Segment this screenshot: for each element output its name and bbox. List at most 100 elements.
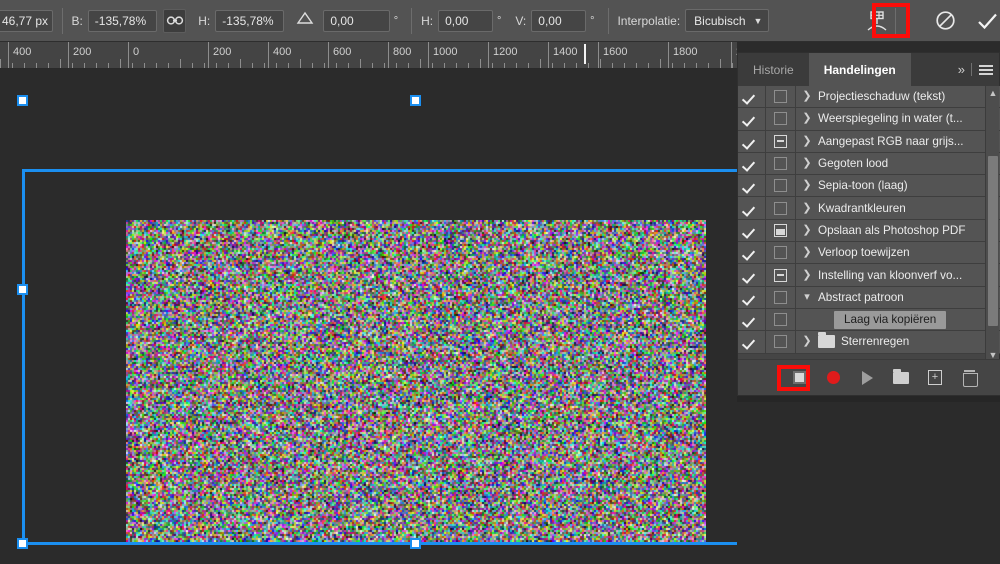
action-enabled-toggle[interactable]	[738, 108, 766, 129]
dialog-toggle[interactable]	[766, 264, 796, 285]
ruler-minor-tick	[12, 63, 13, 68]
action-enabled-toggle[interactable]	[738, 331, 766, 352]
breedte-input[interactable]: -135,78%	[88, 10, 157, 32]
cancel-transform-icon[interactable]	[933, 7, 958, 35]
chevron-right-icon[interactable]: ❯	[796, 136, 818, 147]
action-enabled-toggle[interactable]	[738, 287, 766, 308]
selected-step-label[interactable]: Laag via kopiëren	[834, 311, 946, 329]
chevron-right-icon[interactable]: ❯	[796, 113, 818, 124]
hoogte-input[interactable]: -135,78%	[215, 10, 284, 32]
dialog-toggle[interactable]	[766, 86, 796, 107]
action-enabled-toggle[interactable]	[738, 242, 766, 263]
stop-recording-button[interactable]	[782, 365, 816, 391]
action-row[interactable]: ❯ Verloop toewijzen	[738, 242, 1000, 264]
new-action-button[interactable]: +	[918, 365, 952, 391]
chevron-right-icon[interactable]: ❯	[796, 247, 818, 258]
ruler-label: 1600	[603, 46, 627, 58]
action-row[interactable]: ❯ Projectieschaduw (tekst)	[738, 86, 1000, 108]
tab-historie-label: Historie	[753, 63, 794, 77]
dialog-toggle[interactable]	[766, 153, 796, 174]
ruler-major-tick	[68, 42, 69, 68]
scrollbar-thumb[interactable]	[988, 156, 998, 326]
commit-transform-checkmark[interactable]	[975, 7, 1000, 35]
canvas-area[interactable]	[0, 69, 737, 564]
action-enabled-toggle[interactable]	[738, 264, 766, 285]
record-button[interactable]	[816, 365, 850, 391]
dialog-toggle[interactable]	[766, 175, 796, 196]
dialog-box-icon	[774, 112, 787, 125]
dialog-toggle[interactable]	[766, 131, 796, 152]
action-row[interactable]: Laag via kopiëren	[738, 309, 1000, 331]
chevron-right-icon[interactable]: ❯	[796, 270, 818, 281]
action-row[interactable]: ❯ Sepia-toon (laag)	[738, 175, 1000, 197]
transform-handle-top-center[interactable]	[410, 95, 421, 106]
transform-handle-top-left[interactable]	[17, 95, 28, 106]
action-row[interactable]: ❯ Weerspiegeling in water (t...	[738, 108, 1000, 130]
transform-handle-bottom-center[interactable]	[410, 538, 421, 549]
transform-handle-middle-left[interactable]	[17, 284, 28, 295]
action-row[interactable]: ❯ Aangepast RGB naar grijs...	[738, 131, 1000, 153]
ruler-major-tick	[598, 42, 599, 68]
dialog-toggle[interactable]	[766, 220, 796, 241]
action-enabled-toggle[interactable]	[738, 197, 766, 218]
action-enabled-toggle[interactable]	[738, 309, 766, 330]
divider	[411, 8, 412, 34]
dialog-toggle[interactable]	[766, 108, 796, 129]
actions-scrollbar[interactable]: ▲ ▼	[985, 86, 999, 361]
checkmark-icon	[745, 180, 758, 191]
stop-square-icon	[793, 371, 806, 384]
chevron-right-icon[interactable]: ❯	[796, 203, 818, 214]
panel-menu-icon[interactable]	[979, 65, 993, 75]
action-enabled-toggle[interactable]	[738, 131, 766, 152]
checkmark-icon	[745, 270, 758, 281]
warp-glyph	[865, 10, 889, 32]
skew-h-input[interactable]: 0,00	[438, 10, 493, 32]
chevron-right-icon[interactable]: ❯	[796, 180, 818, 191]
chevron-down-icon[interactable]: ▾	[796, 292, 818, 303]
rgb-noise-layer[interactable]	[126, 220, 706, 544]
horizontal-ruler[interactable]: 4002000200400600800100012001400160018002	[0, 42, 737, 69]
skew-v-input[interactable]: 0,00	[531, 10, 586, 32]
ruler-major-tick	[668, 42, 669, 68]
interpolation-dropdown[interactable]: Bicubisch ▼	[685, 9, 769, 32]
tab-historie[interactable]: Historie	[738, 53, 809, 86]
tab-handelingen[interactable]: Handelingen	[809, 53, 911, 86]
action-row[interactable]: ❯ Kwadrantkleuren	[738, 197, 1000, 219]
action-row[interactable]: ❯ Instelling van kloonverf vo...	[738, 264, 1000, 286]
dialog-toggle[interactable]	[766, 197, 796, 218]
chevron-right-icon[interactable]: ❯	[796, 91, 818, 102]
ruler-minor-tick	[264, 63, 265, 68]
chevron-glyph: ❯	[802, 336, 811, 347]
width-field[interactable]: 46,77 px	[0, 10, 53, 32]
chevron-right-icon[interactable]: ❯	[796, 158, 818, 169]
link-chain-icon[interactable]	[163, 9, 186, 33]
ruler-minor-tick	[384, 63, 385, 68]
dialog-toggle[interactable]	[766, 287, 796, 308]
play-button[interactable]	[850, 365, 884, 391]
ruler-major-tick	[128, 42, 129, 68]
action-row[interactable]: ▾ Abstract patroon	[738, 287, 1000, 309]
ruler-minor-tick	[420, 59, 421, 68]
scroll-up-icon[interactable]: ▲	[986, 86, 1000, 99]
dialog-toggle[interactable]	[766, 331, 796, 352]
delete-button[interactable]	[952, 365, 986, 391]
rotation-input[interactable]: 0,00	[323, 10, 389, 32]
warp-toggle-icon[interactable]	[864, 7, 889, 35]
action-row[interactable]: ❯ Opslaan als Photoshop PDF	[738, 220, 1000, 242]
chevron-right-icon[interactable]: ❯	[796, 336, 818, 347]
new-set-button[interactable]	[884, 365, 918, 391]
ruler-minor-tick	[132, 63, 133, 68]
transform-handle-bottom-left[interactable]	[17, 538, 28, 549]
action-enabled-toggle[interactable]	[738, 220, 766, 241]
dialog-toggle[interactable]	[766, 309, 796, 330]
expand-panel-icon[interactable]: »	[958, 62, 964, 77]
chevron-right-icon[interactable]: ❯	[796, 225, 818, 236]
actions-list[interactable]: ❯ Projectieschaduw (tekst) ❯ Weerspiegeling…	[738, 86, 1000, 361]
ruler-minor-tick	[216, 63, 217, 68]
action-enabled-toggle[interactable]	[738, 153, 766, 174]
action-enabled-toggle[interactable]	[738, 175, 766, 196]
action-enabled-toggle[interactable]	[738, 86, 766, 107]
dialog-toggle[interactable]	[766, 242, 796, 263]
action-row[interactable]: ❯ Gegoten lood	[738, 153, 1000, 175]
action-set-row[interactable]: ❯Sterrenregen▾	[738, 331, 1000, 353]
